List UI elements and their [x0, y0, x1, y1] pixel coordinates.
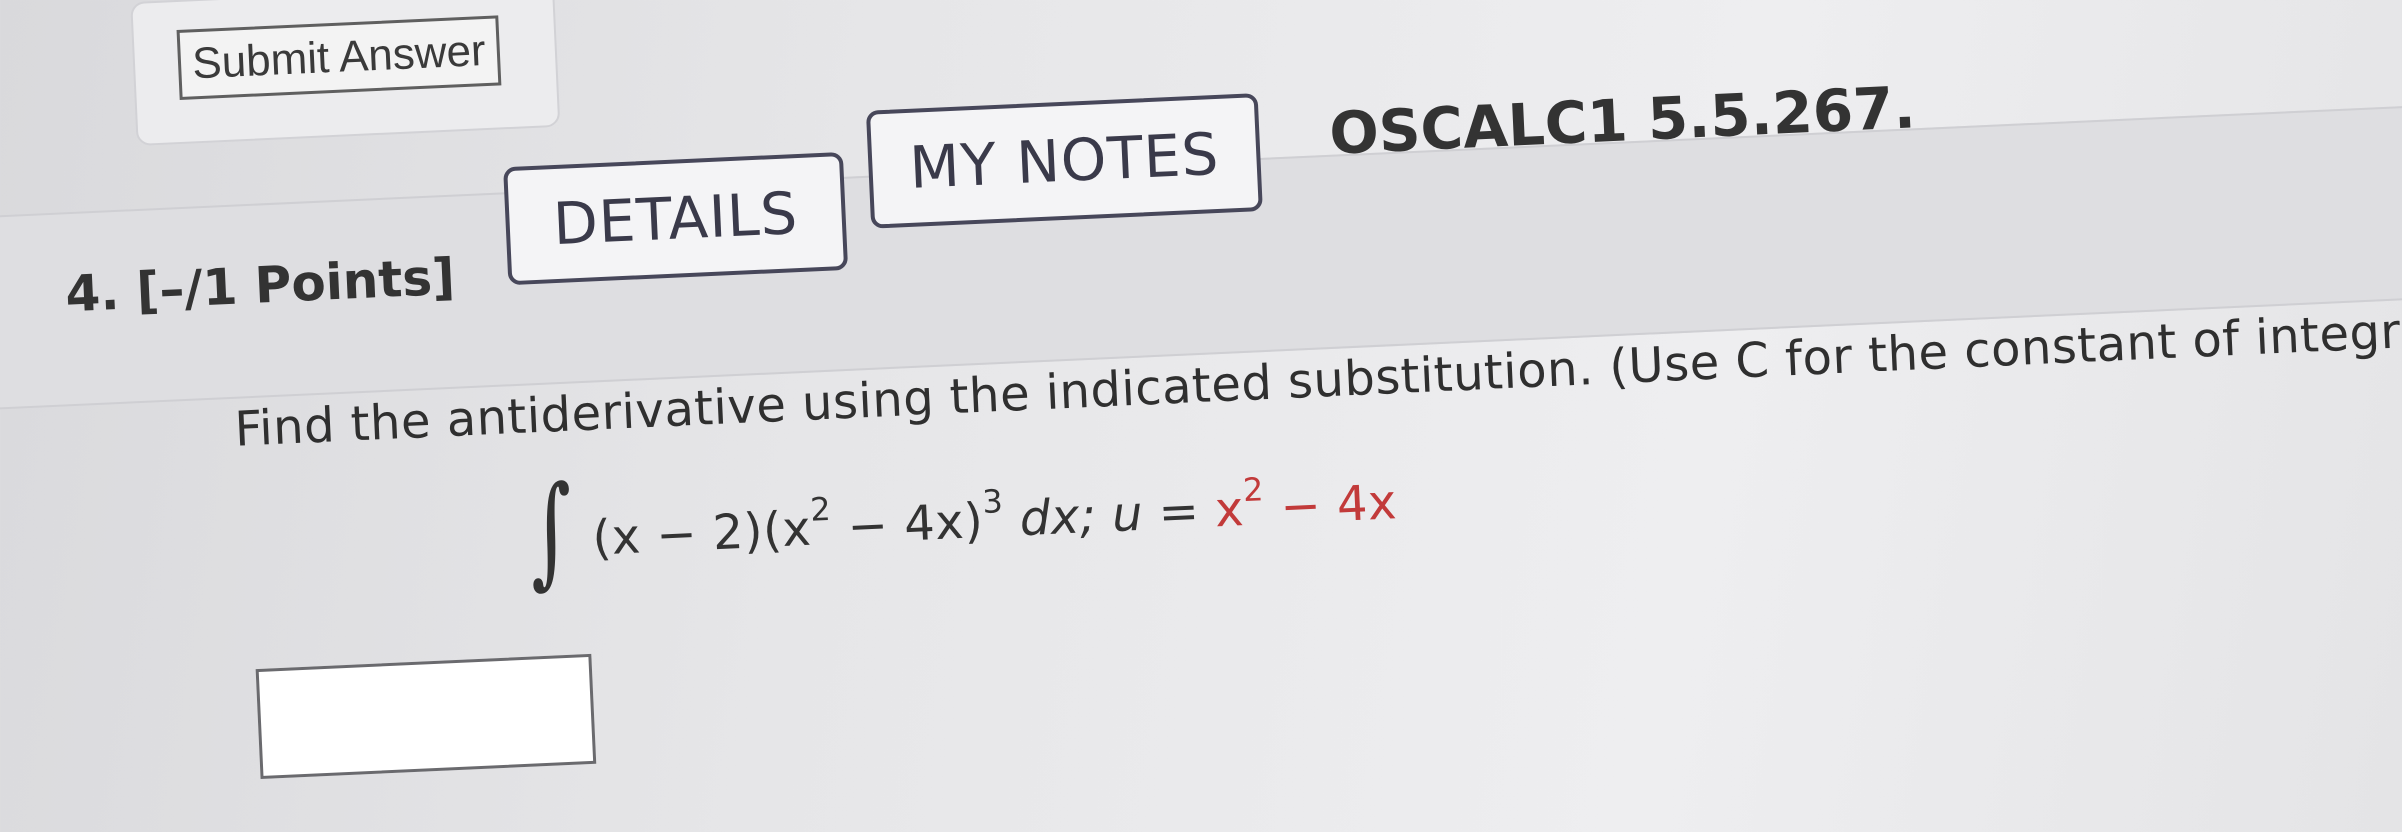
question-page: Submit Answer 4. [–/1 Points] DETAILS MY… — [0, 0, 2402, 831]
substitution-variable: u — [1110, 485, 1145, 544]
exponent: 2 — [809, 489, 832, 529]
integral-sign: ∫ — [525, 460, 576, 602]
my-notes-button[interactable]: MY NOTES — [865, 93, 1263, 229]
expr-part: dx; — [1002, 487, 1114, 548]
exponent: 2 — [1242, 470, 1265, 510]
submit-answer-button[interactable]: Submit Answer — [176, 15, 502, 100]
answer-input[interactable] — [255, 653, 597, 779]
expr-part: = — [1141, 482, 1217, 542]
substitution-rest: − 4x — [1263, 474, 1399, 537]
integral-expression: ∫ (x − 2)(x2 − 4x)3 dx; u = x2 − 4x — [517, 437, 1399, 602]
substitution-x: x — [1213, 481, 1246, 539]
details-button[interactable]: DETAILS — [503, 151, 849, 286]
expr-part: (x − 2)(x — [591, 500, 813, 567]
expr-part: − 4x) — [830, 492, 985, 556]
exponent: 3 — [981, 482, 1005, 521]
integrand: (x − 2)(x2 − 4x)3 dx; u = x2 − 4x — [591, 464, 1398, 566]
